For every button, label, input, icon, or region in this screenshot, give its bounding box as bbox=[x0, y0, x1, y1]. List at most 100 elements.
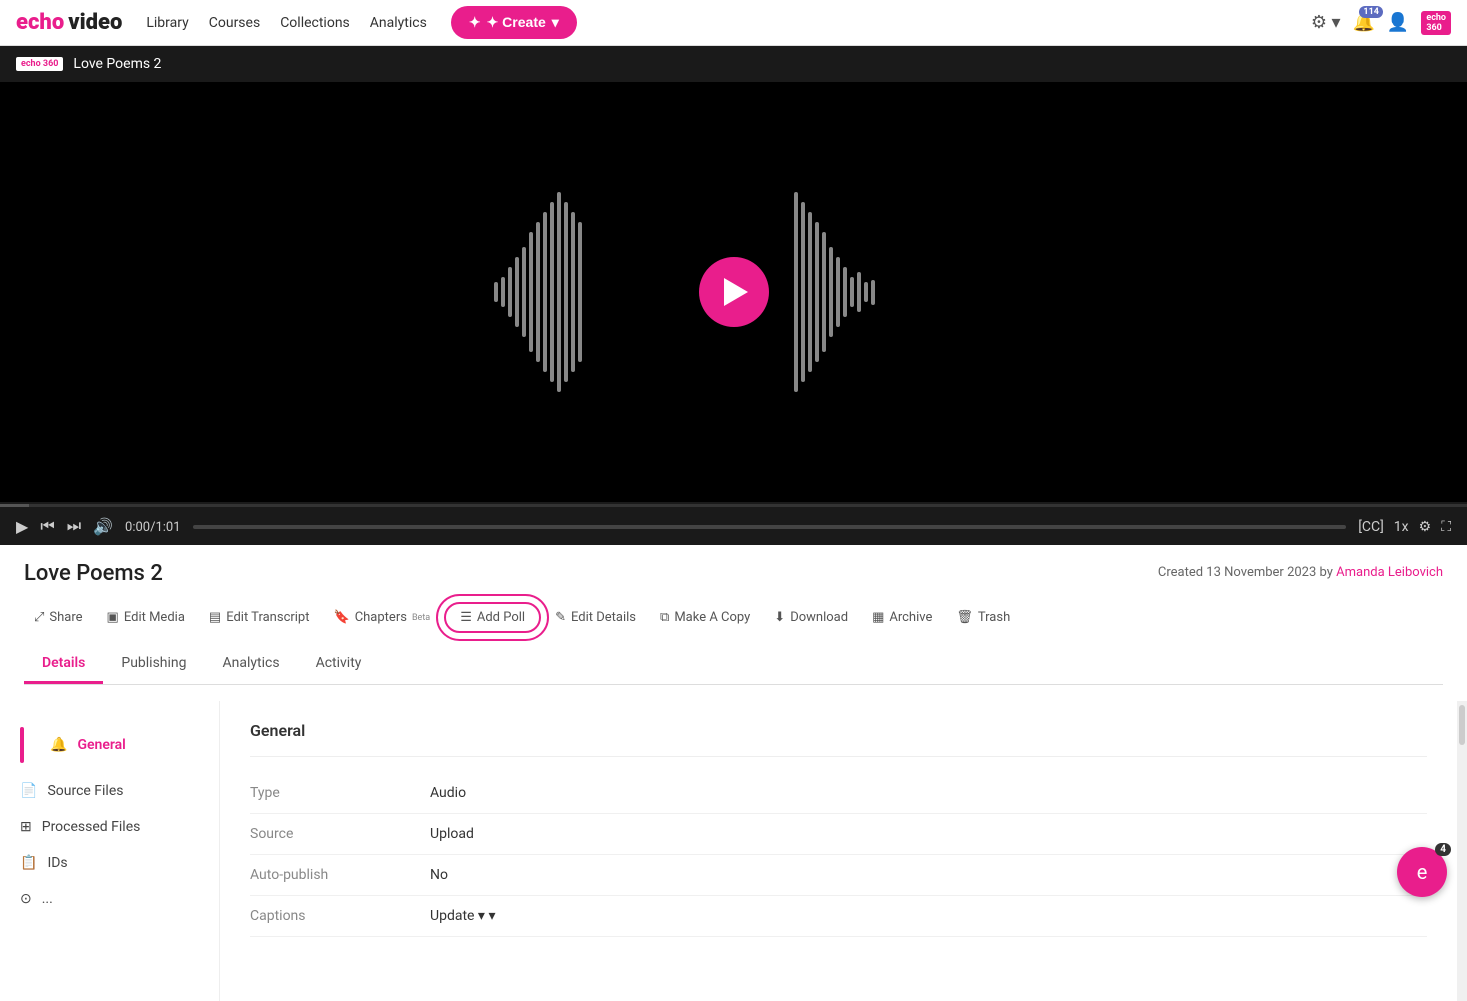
chapters-button[interactable]: 🔖 Chapters Beta bbox=[324, 604, 441, 631]
scrollbar[interactable] bbox=[1457, 701, 1467, 1001]
type-label: Type bbox=[250, 773, 430, 814]
chapters-icon: 🔖 bbox=[334, 610, 350, 625]
archive-button[interactable]: ▦ Archive bbox=[862, 604, 942, 631]
edit-transcript-button[interactable]: ▤ Edit Transcript bbox=[199, 604, 320, 631]
sidebar-item-source-files[interactable]: 📄 Source Files bbox=[0, 773, 219, 809]
edit-details-icon: ✎ bbox=[555, 610, 566, 625]
ids-icon: 📋 bbox=[20, 855, 37, 871]
share-icon: ⤢ bbox=[34, 610, 44, 625]
create-label: ✦ Create bbox=[487, 14, 546, 31]
source-label: Source bbox=[250, 814, 430, 855]
share-button[interactable]: ⤢ Share bbox=[24, 604, 93, 631]
archive-label: Archive bbox=[889, 610, 932, 625]
nav-links: Library Courses Collections Analytics bbox=[146, 15, 426, 31]
sidebar: 🔔 General 📄 Source Files ⊞ Processed Fil… bbox=[0, 701, 220, 1001]
chat-badge: 4 bbox=[1435, 843, 1451, 856]
add-poll-icon: ☰ bbox=[460, 610, 472, 625]
more-icon: ⊙ bbox=[20, 891, 32, 907]
player-right-controls: [CC] 1x ⚙ ⛶ bbox=[1358, 519, 1451, 535]
active-indicator bbox=[20, 727, 24, 763]
create-button[interactable]: ✦ ✦ Create ▾ bbox=[451, 6, 577, 39]
processed-files-icon: ⊞ bbox=[20, 819, 32, 835]
creator-link[interactable]: Amanda Leibovich bbox=[1336, 565, 1443, 580]
make-copy-label: Make A Copy bbox=[674, 610, 750, 625]
notification-badge: 114 bbox=[1359, 6, 1383, 18]
rewind-button[interactable]: ⏮ bbox=[40, 518, 54, 536]
created-label: Created 13 November 2023 by bbox=[1158, 565, 1333, 580]
chat-icon: e bbox=[1417, 860, 1428, 884]
settings-icon[interactable]: ⚙ ▾ bbox=[1311, 12, 1341, 33]
captions-chevron: ▾ bbox=[488, 908, 495, 924]
meta-info: Created 13 November 2023 by Amanda Leibo… bbox=[1158, 565, 1443, 580]
content-area: Love Poems 2 Created 13 November 2023 by… bbox=[0, 545, 1467, 701]
notification-icon[interactable]: 🔔 114 bbox=[1352, 12, 1374, 33]
general-icon: 🔔 bbox=[50, 737, 67, 753]
processed-files-label: Processed Files bbox=[42, 819, 141, 835]
create-chevron: ▾ bbox=[552, 14, 559, 31]
scroll-thumb[interactable] bbox=[1459, 705, 1465, 745]
tab-details[interactable]: Details bbox=[24, 645, 103, 684]
echo360-logo: echo360 bbox=[1421, 11, 1451, 35]
captions-label: Captions bbox=[250, 896, 430, 937]
tab-activity[interactable]: Activity bbox=[298, 645, 380, 684]
more-label: ... bbox=[42, 891, 53, 907]
edit-transcript-label: Edit Transcript bbox=[226, 610, 309, 625]
media-title: Love Poems 2 bbox=[24, 561, 163, 586]
download-label: Download bbox=[790, 610, 848, 625]
video-player: echo 360 Love Poems 2 bbox=[0, 46, 1467, 545]
edit-media-icon: ▣ bbox=[107, 610, 119, 625]
edit-details-label: Edit Details bbox=[571, 610, 636, 625]
captions-icon[interactable]: [CC] bbox=[1358, 519, 1384, 535]
volume-button[interactable]: 🔊 bbox=[93, 517, 113, 537]
create-icon: ✦ bbox=[469, 14, 481, 31]
sidebar-item-more[interactable]: ⊙ ... bbox=[0, 881, 219, 917]
table-row: Captions Update ▾ ▾ bbox=[250, 896, 1427, 937]
progress-bar[interactable] bbox=[193, 525, 1347, 529]
video-area[interactable] bbox=[0, 82, 1467, 502]
logo-video: video bbox=[68, 10, 122, 35]
nav-right: ⚙ ▾ 🔔 114 👤 echo360 bbox=[1311, 11, 1451, 35]
edit-details-button[interactable]: ✎ Edit Details bbox=[545, 604, 646, 631]
table-row: Source Upload bbox=[250, 814, 1427, 855]
video-header-title: Love Poems 2 bbox=[73, 56, 161, 72]
chapters-label: Chapters bbox=[355, 610, 407, 625]
source-files-icon: 📄 bbox=[20, 783, 37, 799]
tab-analytics[interactable]: Analytics bbox=[205, 645, 298, 684]
add-poll-button[interactable]: ☰ Add Poll bbox=[444, 602, 541, 633]
speed-control[interactable]: 1x bbox=[1394, 519, 1409, 535]
sidebar-item-processed-files[interactable]: ⊞ Processed Files bbox=[0, 809, 219, 845]
logo-echo: echo bbox=[16, 10, 64, 35]
settings-control[interactable]: ⚙ bbox=[1419, 519, 1432, 535]
main-layout: 🔔 General 📄 Source Files ⊞ Processed Fil… bbox=[0, 701, 1467, 1001]
user-icon[interactable]: 👤 bbox=[1387, 12, 1409, 33]
nav-analytics[interactable]: Analytics bbox=[370, 15, 427, 31]
edit-media-label: Edit Media bbox=[124, 610, 185, 625]
fast-forward-button[interactable]: ⏭ bbox=[67, 518, 81, 536]
chat-button[interactable]: e 4 bbox=[1397, 847, 1447, 897]
content-panel: General Type Audio Source Upload Auto-pu… bbox=[220, 701, 1457, 1001]
general-section-title: General bbox=[250, 721, 1427, 740]
play-pause-button[interactable]: ▶ bbox=[16, 517, 28, 537]
sidebar-item-general[interactable]: 🔔 General bbox=[0, 717, 219, 773]
chapters-badge: Beta bbox=[412, 613, 430, 623]
captions-value[interactable]: Update ▾ ▾ bbox=[430, 896, 1427, 937]
play-button[interactable] bbox=[699, 257, 769, 327]
general-details-table: Type Audio Source Upload Auto-publish No… bbox=[250, 773, 1427, 937]
make-copy-button[interactable]: ⧉ Make A Copy bbox=[650, 604, 760, 631]
sidebar-item-ids[interactable]: 📋 IDs bbox=[0, 845, 219, 881]
nav-courses[interactable]: Courses bbox=[209, 15, 260, 31]
edit-media-button[interactable]: ▣ Edit Media bbox=[97, 604, 195, 631]
action-bar: ⤢ Share ▣ Edit Media ▤ Edit Transcript 🔖… bbox=[24, 602, 1443, 633]
trash-button[interactable]: 🗑 Trash bbox=[946, 604, 1020, 631]
download-button[interactable]: ⬇ Download bbox=[764, 604, 858, 631]
tabs: Details Publishing Analytics Activity bbox=[24, 645, 1443, 685]
general-label: General bbox=[77, 737, 125, 753]
logo[interactable]: echovideo bbox=[16, 10, 122, 35]
share-label: Share bbox=[49, 610, 82, 625]
tab-publishing[interactable]: Publishing bbox=[103, 645, 204, 684]
nav-library[interactable]: Library bbox=[146, 15, 188, 31]
fullscreen-button[interactable]: ⛶ bbox=[1441, 519, 1451, 535]
nav-collections[interactable]: Collections bbox=[280, 15, 350, 31]
auto-publish-value: No bbox=[430, 855, 1427, 896]
main-nav: echovideo Library Courses Collections An… bbox=[0, 0, 1467, 46]
